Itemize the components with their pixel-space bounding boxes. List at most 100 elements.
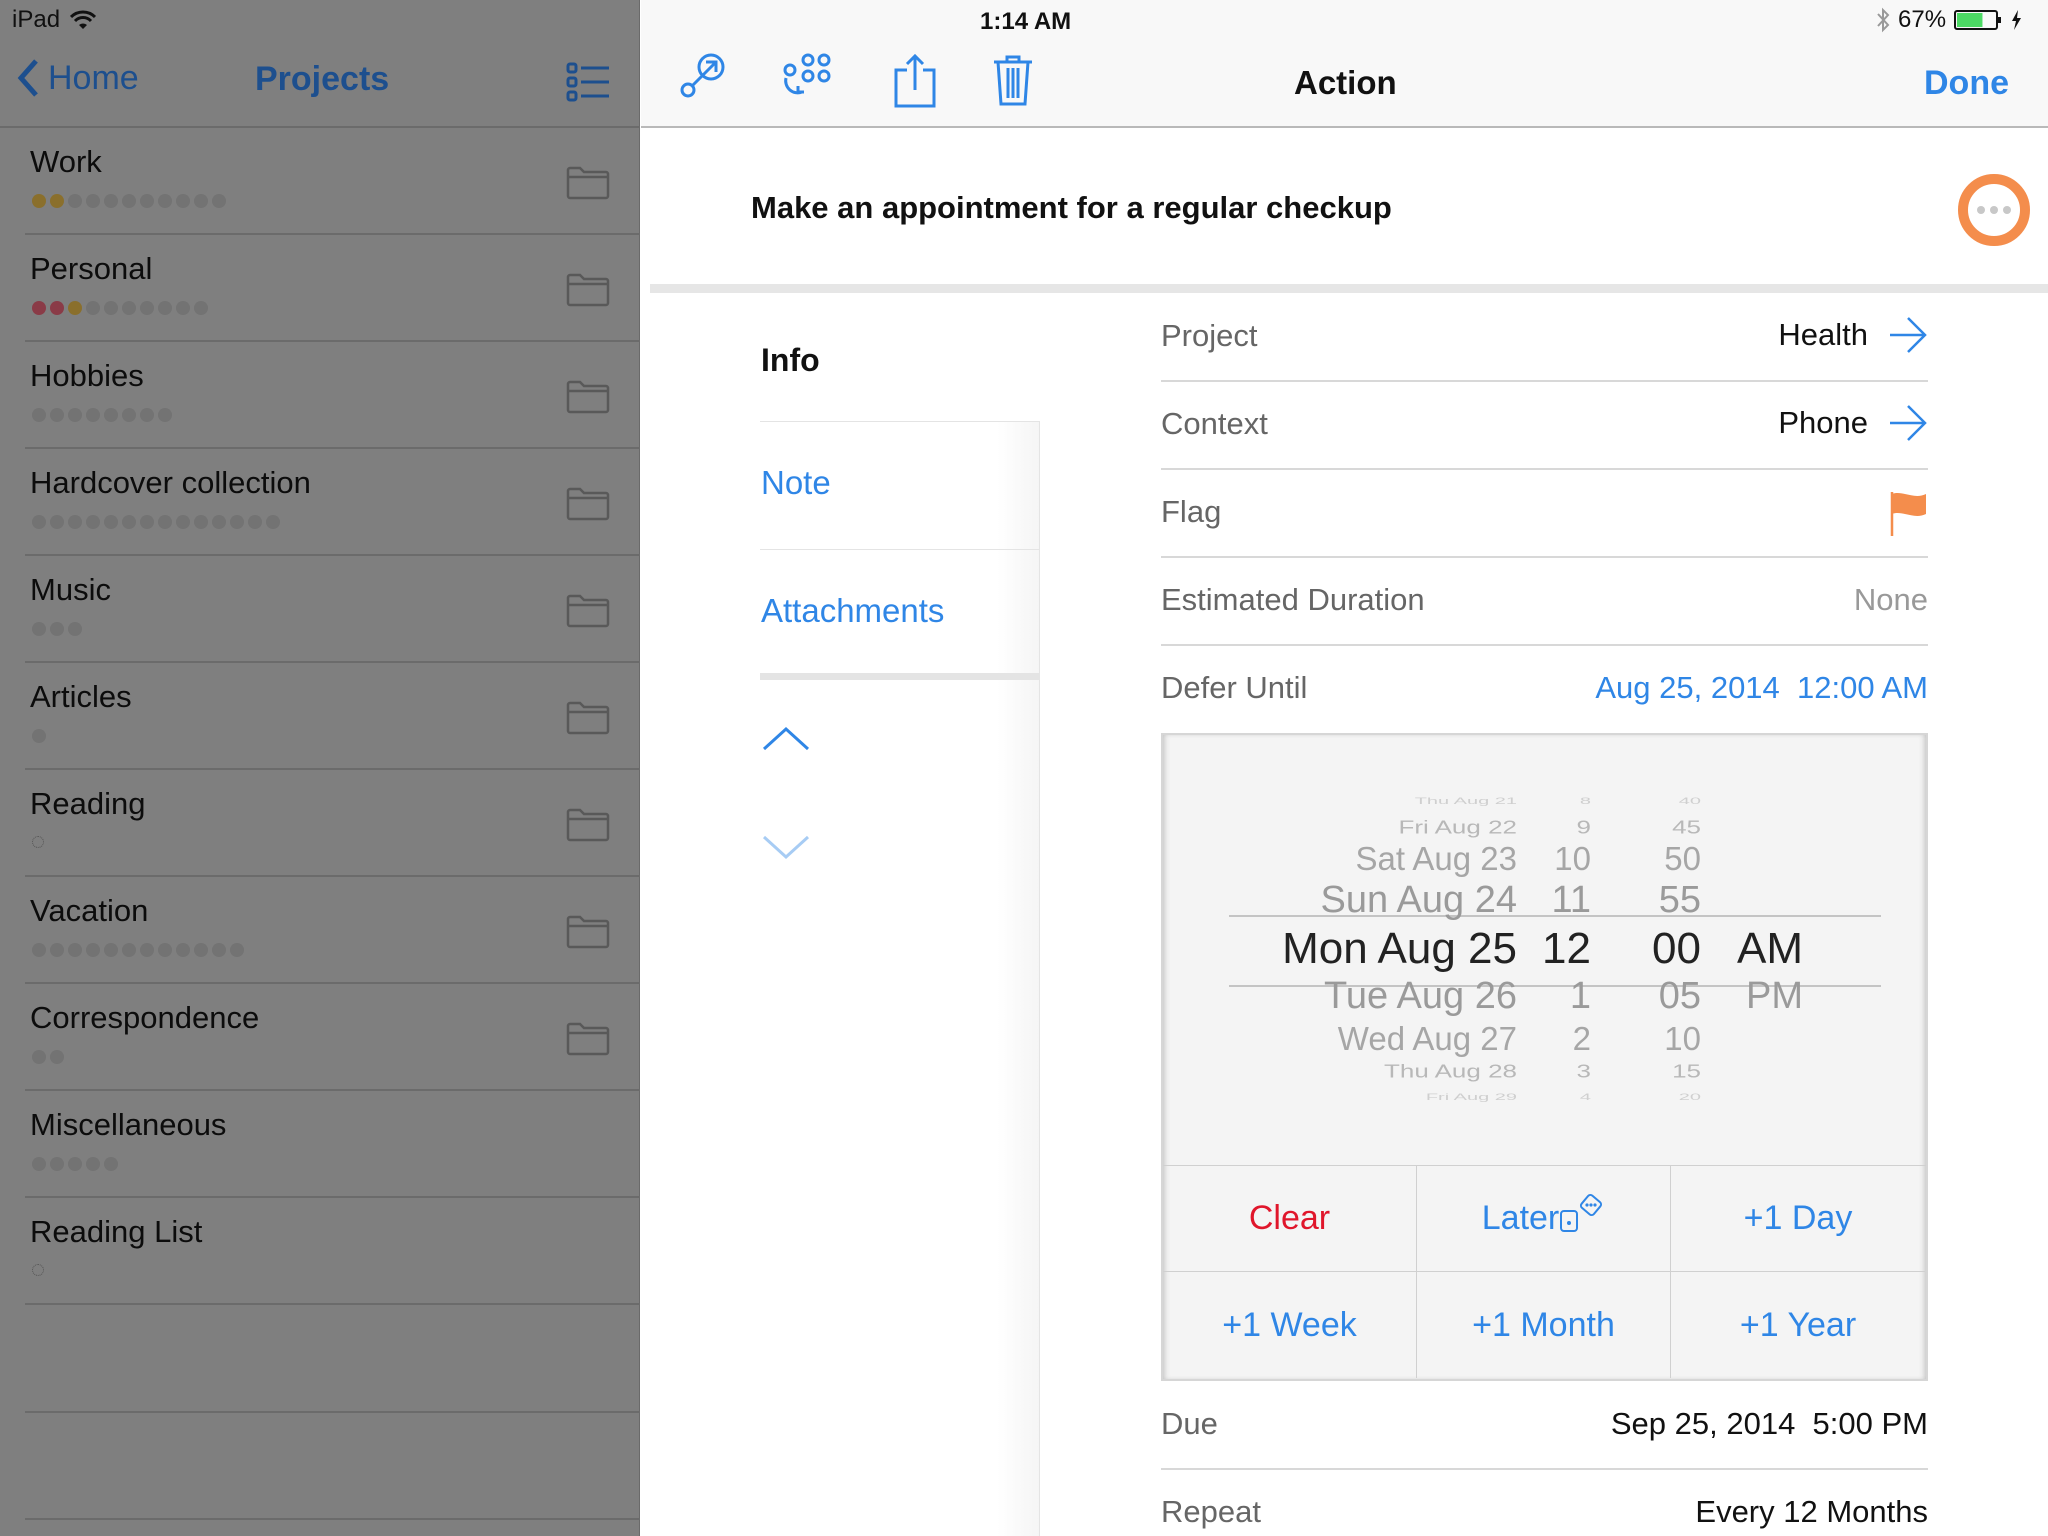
back-home-button[interactable]: Home [16,58,139,98]
list-view-button[interactable] [566,62,610,107]
flag-toggle[interactable] [1890,490,1928,543]
folder-icon[interactable] [566,1022,610,1061]
tab-note[interactable]: Note [761,464,831,502]
project-row[interactable]: Reading [0,770,640,877]
plus-one-day-button[interactable]: +1 Day [1671,1166,1925,1272]
picker-minute[interactable]: 45 [1611,817,1701,839]
project-row[interactable]: Miscellaneous [0,1091,640,1198]
picker-minute[interactable]: 40 [1611,796,1701,806]
task-status-dot [104,1157,118,1171]
tab-attachments[interactable]: Attachments [761,592,944,630]
picker-date[interactable]: Thu Aug 21 [1177,796,1517,806]
picker-hour[interactable]: 10 [1521,840,1591,878]
project-row[interactable]: Work [0,128,640,235]
more-dot [1990,206,1998,214]
repeat-value[interactable]: Every 12 Months [1695,1494,1928,1530]
folder-icon[interactable] [566,273,610,312]
previous-item-button[interactable] [762,726,810,757]
task-title[interactable]: Make an appointment for a regular checku… [751,190,1392,226]
folder-icon[interactable] [566,808,610,847]
picker-hour[interactable]: 2 [1521,1020,1591,1058]
clear-button[interactable]: Clear [1163,1166,1417,1272]
tab-info[interactable]: Info [761,342,820,379]
picker-minute[interactable]: 10 [1611,1020,1701,1058]
folder-icon[interactable] [566,380,610,419]
plus-one-month-button[interactable]: +1 Month [1417,1272,1671,1378]
folder-icon[interactable] [566,166,610,205]
picker-date[interactable]: Sun Aug 24 [1177,879,1517,922]
folder-icon[interactable] [566,701,610,740]
project-row[interactable]: Correspondence [0,984,640,1091]
task-status-dot [176,943,190,957]
picker-date[interactable]: Thu Aug 28 [1177,1061,1517,1083]
task-status-dot [194,943,208,957]
picker-hour[interactable]: 9 [1521,817,1591,839]
picker-minute[interactable]: 00 [1611,924,1701,974]
picker-date[interactable]: Fri Aug 22 [1177,817,1517,839]
toolbar-title: Action [1294,64,1397,101]
picker-minute[interactable]: 05 [1611,975,1701,1018]
project-row[interactable]: Personal [0,235,640,342]
date-time-picker[interactable]: Thu Aug 21 8 40 Fri Aug 22 9 45 Sat Aug 23 10 50… [1161,733,1928,1381]
empty-status-indicator [32,1264,44,1276]
defer-value[interactable]: Aug 25, 2014 12:00 AM [1595,670,1928,706]
later-button[interactable]: Later [1417,1166,1671,1272]
more-dot [1977,206,1985,214]
project-field[interactable]: Health [1778,316,1928,354]
delete-button[interactable] [992,54,1034,111]
picker-hour[interactable]: 4 [1521,1092,1591,1102]
picker-date[interactable]: Fri Aug 29 [1177,1092,1517,1102]
task-status-dot [50,1157,64,1171]
context-field[interactable]: Phone [1778,404,1928,442]
task-status-dot [86,194,100,208]
folder-icon[interactable] [566,487,610,526]
task-status-dot [86,301,100,315]
folder-icon[interactable] [566,915,610,954]
task-status-dot [104,943,118,957]
picker-minute[interactable]: 55 [1611,879,1701,922]
repeat-label: Repeat [1161,1494,1261,1529]
picker-hour[interactable]: 8 [1521,796,1591,806]
picker-date[interactable]: Sat Aug 23 [1177,840,1517,878]
done-button[interactable]: Done [1924,64,2009,103]
divider [760,549,1040,550]
plus-one-week-button[interactable]: +1 Week [1163,1272,1417,1378]
picker-minute[interactable]: 20 [1611,1092,1701,1102]
dice-icon [1560,1193,1603,1232]
task-status-dot [68,408,82,422]
group-button[interactable] [780,52,840,103]
next-item-button[interactable] [762,834,810,865]
project-row[interactable]: Hobbies [0,342,640,449]
picker-date[interactable]: Wed Aug 27 [1177,1020,1517,1058]
project-status-dots [32,836,44,848]
divider [1161,556,1928,558]
due-value[interactable]: Sep 25, 2014 5:00 PM [1611,1406,1928,1442]
status-circle-button[interactable] [1958,174,2030,246]
project-row[interactable]: Music [0,556,640,663]
bluetooth-icon [1877,7,1890,33]
project-status-dots [32,515,280,529]
project-row[interactable]: Hardcover collection [0,449,640,556]
share-button[interactable] [894,53,936,113]
picker-hour[interactable]: 1 [1521,975,1591,1018]
status-time: 1:14 AM [980,8,1072,35]
picker-hour[interactable]: 12 [1521,924,1591,974]
project-row[interactable]: Reading List [0,1198,640,1305]
picker-ampm[interactable]: PM [1703,975,1803,1018]
picker-date[interactable]: Mon Aug 25 [1177,924,1517,974]
duration-value[interactable]: None [1854,582,1928,618]
folder-icon[interactable] [566,594,610,633]
task-status-dot [32,943,46,957]
picker-minute[interactable]: 15 [1611,1061,1701,1083]
focus-button[interactable] [680,52,726,103]
project-row[interactable]: Vacation [0,877,640,984]
task-status-dot [176,515,190,529]
picker-minute[interactable]: 50 [1611,840,1701,878]
picker-ampm[interactable]: AM [1703,924,1803,974]
plus-one-year-button[interactable]: +1 Year [1671,1272,1925,1378]
task-status-dot [50,1050,64,1064]
picker-hour[interactable]: 3 [1521,1061,1591,1083]
picker-date[interactable]: Tue Aug 26 [1177,975,1517,1018]
project-row[interactable]: Articles [0,663,640,770]
picker-hour[interactable]: 11 [1521,879,1591,922]
